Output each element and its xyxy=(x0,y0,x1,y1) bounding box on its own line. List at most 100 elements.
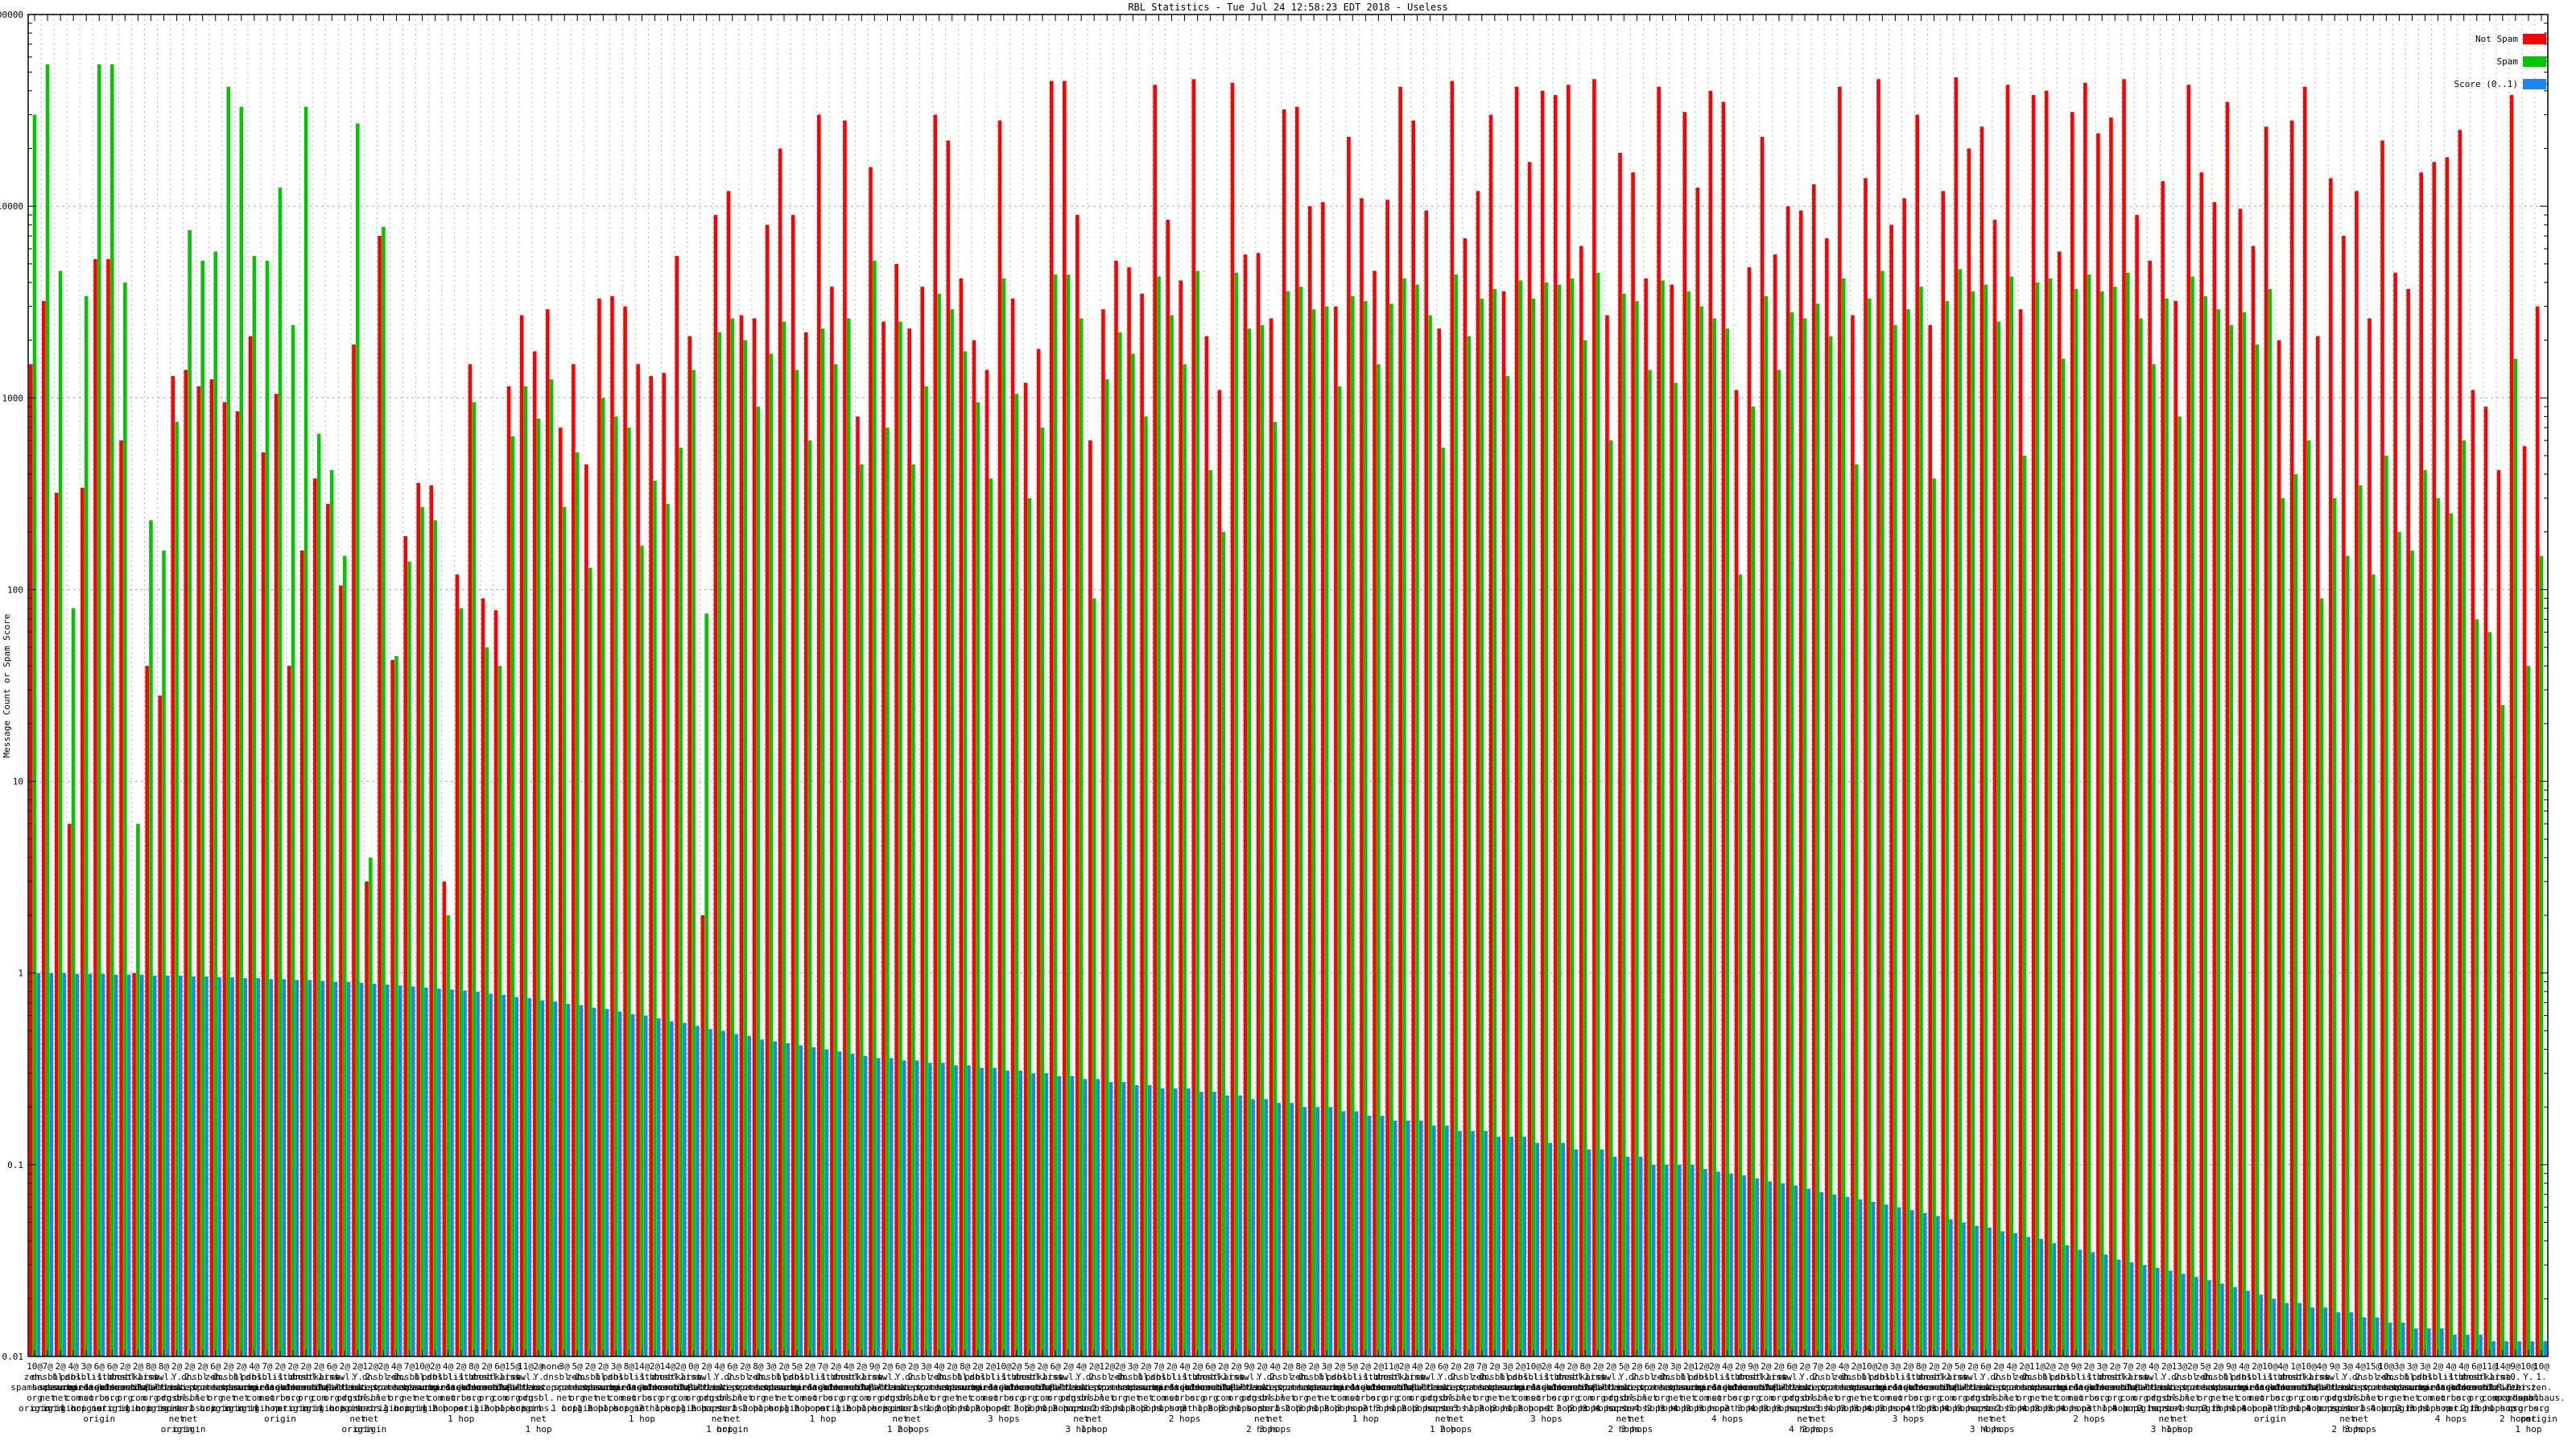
bar-score xyxy=(411,986,415,1356)
svg-text:2@: 2@ xyxy=(947,1361,958,1372)
bar-score xyxy=(359,982,364,1356)
bar-spam xyxy=(873,260,877,1356)
bar-spam xyxy=(1557,284,1562,1356)
bar-not-spam xyxy=(41,300,46,1356)
y-axis-label: Message Count or Spam Score xyxy=(2,614,12,758)
bar-score xyxy=(1264,1099,1268,1356)
bar-score xyxy=(2220,1283,2224,1356)
bar-score xyxy=(2155,1267,2160,1356)
svg-text:origin: origin xyxy=(174,1424,206,1435)
bar-not-spam xyxy=(1321,202,1325,1357)
bar-score xyxy=(1471,1130,1475,1356)
bar-spam xyxy=(32,114,37,1356)
svg-text:9@: 9@ xyxy=(2510,1361,2521,1372)
svg-text:2@: 2@ xyxy=(1166,1361,1178,1372)
svg-text:sorbs.: sorbs. xyxy=(522,1403,555,1414)
svg-text:2@: 2@ xyxy=(2045,1361,2056,1372)
bar-not-spam xyxy=(274,394,279,1356)
bar-not-spam xyxy=(636,364,640,1357)
bar-score xyxy=(1277,1103,1282,1356)
bar-not-spam xyxy=(1811,184,1816,1356)
svg-text:2@: 2@ xyxy=(2136,1361,2147,1372)
svg-text:8@: 8@ xyxy=(753,1361,764,1372)
svg-text:9@: 9@ xyxy=(1244,1361,1255,1372)
bar-not-spam xyxy=(1785,206,1790,1356)
bar-spam xyxy=(252,255,257,1357)
bar-not-spam xyxy=(1979,126,1984,1356)
svg-text:1@: 1@ xyxy=(2290,1361,2301,1372)
svg-text:2@: 2@ xyxy=(378,1361,390,1372)
bar-spam xyxy=(1170,315,1174,1356)
svg-text:2@: 2@ xyxy=(275,1361,286,1372)
bar-score xyxy=(385,985,390,1356)
bar-spam xyxy=(1608,440,1613,1356)
bar-score xyxy=(36,972,41,1356)
svg-text:10@: 10@ xyxy=(2301,1361,2317,1372)
bar-spam xyxy=(1492,288,1497,1357)
svg-text:2 hops: 2 hops xyxy=(2073,1414,2105,1424)
bar-not-spam xyxy=(2018,309,2023,1356)
bar-spam xyxy=(1518,280,1523,1356)
bar-spam xyxy=(704,613,708,1356)
bar-spam xyxy=(1415,284,1419,1356)
svg-text:4@: 4@ xyxy=(2239,1361,2250,1372)
bar-spam xyxy=(795,369,799,1356)
bar-score xyxy=(463,990,467,1356)
svg-text:2@: 2@ xyxy=(701,1361,712,1372)
svg-text:net: net xyxy=(2352,1414,2368,1424)
bar-spam xyxy=(756,407,761,1357)
svg-text:2@: 2@ xyxy=(1967,1361,1979,1372)
svg-text:3@: 3@ xyxy=(81,1361,93,1372)
bar-score xyxy=(566,1004,571,1356)
svg-text:0.1: 0.1 xyxy=(7,1160,23,1170)
svg-text:1 hop: 1 hop xyxy=(1352,1414,1379,1424)
bar-not-spam xyxy=(1592,79,1596,1356)
bar-not-spam xyxy=(1838,86,1842,1357)
bar-score xyxy=(1445,1125,1449,1356)
bar-not-spam xyxy=(2496,470,2501,1356)
svg-text:1000: 1000 xyxy=(2,393,24,403)
bar-score xyxy=(696,1026,700,1356)
bar-spam xyxy=(1841,278,1846,1356)
bar-score xyxy=(1678,1164,1682,1356)
bar-not-spam xyxy=(662,373,667,1356)
bar-spam xyxy=(382,226,386,1357)
bar-not-spam xyxy=(2509,95,2514,1357)
bar-not-spam xyxy=(1424,210,1429,1357)
svg-text:2@: 2@ xyxy=(831,1361,842,1372)
bar-not-spam xyxy=(171,376,175,1356)
svg-text:0.01: 0.01 xyxy=(2,1352,24,1362)
bar-score xyxy=(1108,1082,1113,1356)
bar-spam xyxy=(1583,340,1587,1357)
bar-spam xyxy=(2487,632,2492,1356)
bar-not-spam xyxy=(1644,278,1648,1356)
bar-not-spam xyxy=(1334,306,1338,1356)
bar-spam xyxy=(1027,497,1032,1356)
svg-text:4@: 4@ xyxy=(1076,1361,1088,1372)
bar-score xyxy=(760,1039,764,1356)
bar-score xyxy=(295,980,299,1356)
bar-not-spam xyxy=(1747,267,1752,1356)
svg-text:org: org xyxy=(2533,1403,2549,1414)
bar-not-spam xyxy=(726,191,731,1356)
bar-not-spam xyxy=(1307,206,1312,1356)
bar-spam xyxy=(1118,332,1122,1356)
bar-not-spam xyxy=(158,696,163,1356)
bar-spam xyxy=(1790,312,1794,1356)
svg-text:origin: origin xyxy=(716,1424,749,1435)
svg-text:1 hop: 1 hop xyxy=(810,1414,836,1424)
bar-not-spam xyxy=(80,487,85,1356)
bar-not-spam xyxy=(235,411,240,1357)
bar-not-spam xyxy=(830,287,834,1357)
svg-text:11@: 11@ xyxy=(2029,1361,2046,1372)
bar-not-spam xyxy=(2483,407,2488,1357)
svg-text:3@: 3@ xyxy=(559,1361,571,1372)
bar-score xyxy=(1936,1216,1940,1356)
bar-not-spam xyxy=(1540,90,1545,1356)
bar-score xyxy=(179,975,183,1356)
bar-score xyxy=(1096,1079,1100,1356)
bar-score xyxy=(617,1011,622,1356)
bar-spam xyxy=(679,448,683,1356)
bar-score xyxy=(1328,1107,1333,1356)
svg-text:10@: 10@ xyxy=(2378,1361,2394,1372)
